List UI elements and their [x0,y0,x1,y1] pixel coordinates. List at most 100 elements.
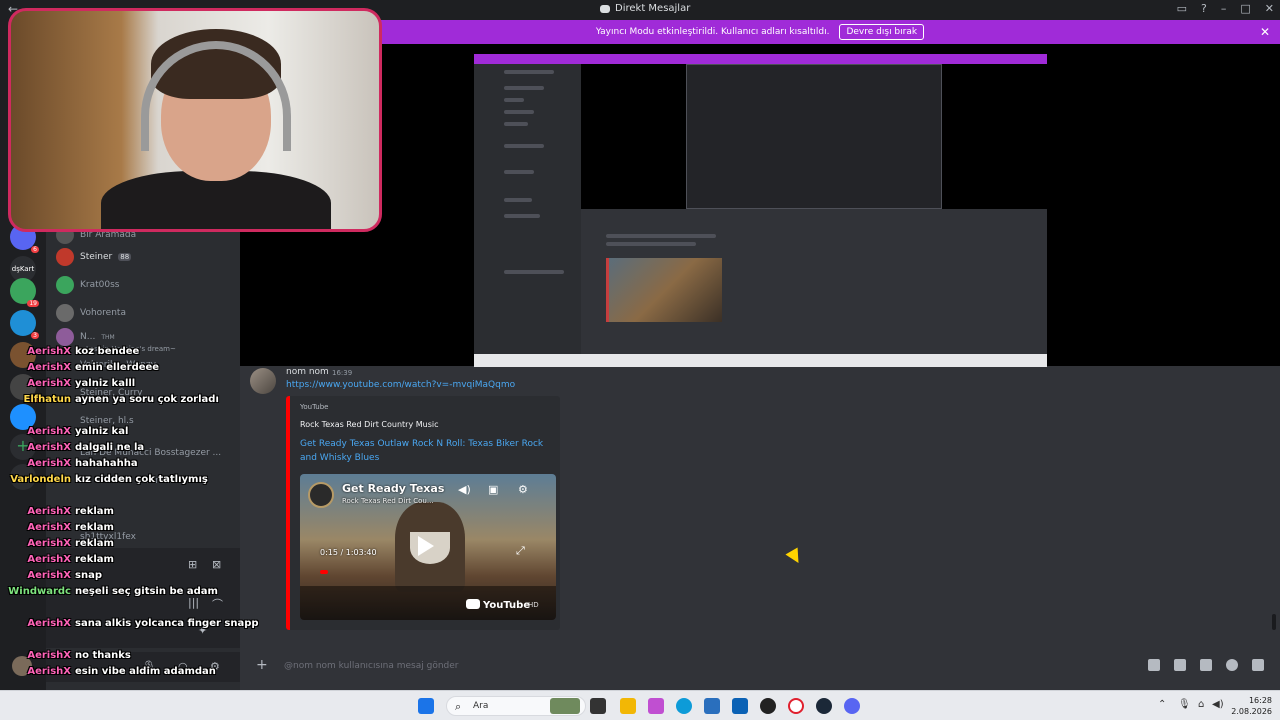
text-line [504,144,544,148]
video-time: 0:15 / 1:03:40 [320,548,377,557]
chat-username: Windwardc [8,586,71,597]
sticker-icon[interactable] [1200,659,1212,671]
chat-message: AerishX dalgali ne la [0,442,144,454]
avatar [56,276,74,294]
start-icon[interactable] [418,698,434,714]
text-line [504,198,532,202]
chat-username: AerishX [27,378,71,389]
app-icon[interactable] [760,698,776,714]
message-link[interactable]: https://www.youtube.com/watch?v=-mvqiMaQ… [286,380,515,390]
widget-icon[interactable] [550,698,580,714]
maximize-button[interactable]: □ [1240,2,1250,15]
disable-streamer-mode-button[interactable]: Devre dışı bırak [839,24,925,40]
youtube-logo[interactable]: YouTube [466,599,530,611]
chat-text: yalniz kalll [75,378,136,389]
dm-item[interactable]: Steiner 88 [56,246,132,268]
apps-icon[interactable] [1252,659,1264,671]
volume-icon[interactable]: ◀) [458,483,471,496]
video-channel: Rock Texas Red Dirt Cou... [342,497,434,505]
microphone-tray-icon[interactable]: 🎙 [1178,699,1191,710]
embed-title[interactable]: Get Ready Texas Outlaw Rock N Roll: Texa… [300,437,550,465]
taskbar-clock[interactable]: 16:28 2.08.2026 [1220,695,1272,717]
server-icon[interactable]: 19 [10,278,39,307]
youtube-embed: YouTube Rock Texas Red Dirt Country Musi… [286,396,560,630]
play-icon[interactable] [418,536,434,556]
message-input[interactable] [284,657,1144,675]
close-banner-icon[interactable]: ✕ [1260,25,1270,39]
video-title: Get Ready Texas [342,482,445,495]
edge-icon[interactable] [676,698,692,714]
chat-username: AerishX [27,554,71,565]
file-explorer-icon[interactable] [620,698,636,714]
avatar [56,304,74,322]
expand-icon[interactable]: ⤢ [516,544,525,558]
scrollbar[interactable] [1272,614,1276,630]
settings-icon[interactable]: ⚙ [518,483,528,496]
message-author[interactable]: nom nom [286,367,329,377]
task-view-icon[interactable] [590,698,606,714]
chat-message: AerishX koz bendee [0,346,139,358]
chat-username: AerishX [27,570,71,581]
captions-icon[interactable]: ▣ [488,483,498,496]
chat-username: AerishX [27,538,71,549]
chat-text: sana alkis yolcanca finger snapp [75,618,259,629]
chat-message: AerishX reklam [0,522,114,534]
chat-message: Varlondeln kız cidden çok tatlıymış [0,474,208,486]
gif-icon[interactable] [1174,659,1186,671]
chat-username: AerishX [27,650,71,661]
screen-share-stream[interactable] [474,44,1047,367]
text-line [504,70,554,74]
chat-message: AerishX hahahahha [0,458,137,470]
chat-text: kız cidden çok tatlıymış [75,474,208,485]
close-window-button[interactable]: ✕ [1265,2,1274,15]
discord-taskbar-icon[interactable] [844,698,860,714]
text-line [504,214,540,218]
window-title: Direkt Mesajlar [600,3,690,14]
steam-icon[interactable] [816,698,832,714]
emoji-icon[interactable] [1226,659,1238,671]
inbox-icon[interactable]: ▭ [1177,2,1187,15]
hd-badge: HD [528,601,539,609]
chat-text: reklam [75,522,114,533]
message: nom nom 16:39 https://www.youtube.com/wa… [248,366,1268,636]
window-controls: ▭ ? – □ ✕ [1177,2,1274,15]
stream-banner [474,54,1047,64]
discord-logo-icon [600,4,610,13]
chat-username: AerishX [27,506,71,517]
embed-author[interactable]: Rock Texas Red Dirt Country Music [300,420,439,429]
stream-chat-overlay: AerishX koz bendee AerishX emin ellerdeee Ae… [0,342,260,720]
dm-item[interactable]: Vohorenta [56,302,126,324]
chat-message: AerishX yalniz kal [0,426,128,438]
opera-icon[interactable] [788,698,804,714]
chat-text: aynen ya soru çok zorladı [75,394,219,405]
chevron-up-icon[interactable]: ⌃ [1158,699,1166,710]
stream-frame [474,44,1047,367]
server-icon[interactable]: 3 [10,310,39,339]
network-icon[interactable]: ⌂ [1198,699,1204,710]
text-line [504,110,534,114]
stream-video-thumbnail [606,258,722,322]
chat-text: esin vibe aldim adamdan [75,666,216,677]
minimize-button[interactable]: – [1221,2,1227,15]
chat-text: emin ellerdeee [75,362,160,373]
video-player[interactable]: Get Ready Texas Rock Texas Red Dirt Cou.… [300,474,556,620]
chat-message: Windwardc neşeli seç gitsin be adam [0,586,218,598]
video-progress[interactable] [320,570,328,574]
help-icon[interactable]: ? [1201,2,1207,15]
chat-text: koz bendee [75,346,140,357]
webcam-overlay [8,8,382,232]
chat-text: dalgali ne la [75,442,145,453]
stream-nested-screen [686,64,942,209]
windows-taskbar: ⌕ Ara ⌃ 🎙 ⌂ ◀) 16:28 2.08.2026 [0,690,1280,720]
text-line [606,234,716,238]
dm-item[interactable]: Krat00ss [56,274,119,296]
chat-message: AerishX emin ellerdeee [0,362,159,374]
store-icon[interactable] [732,698,748,714]
chat-username: AerishX [27,458,71,469]
copilot-icon[interactable] [648,698,664,714]
add-attachment-icon[interactable]: + [256,657,268,673]
chat-username: AerishX [27,346,71,357]
mail-icon[interactable] [704,698,720,714]
chat-text: reklam [75,538,114,549]
gift-icon[interactable] [1148,659,1160,671]
